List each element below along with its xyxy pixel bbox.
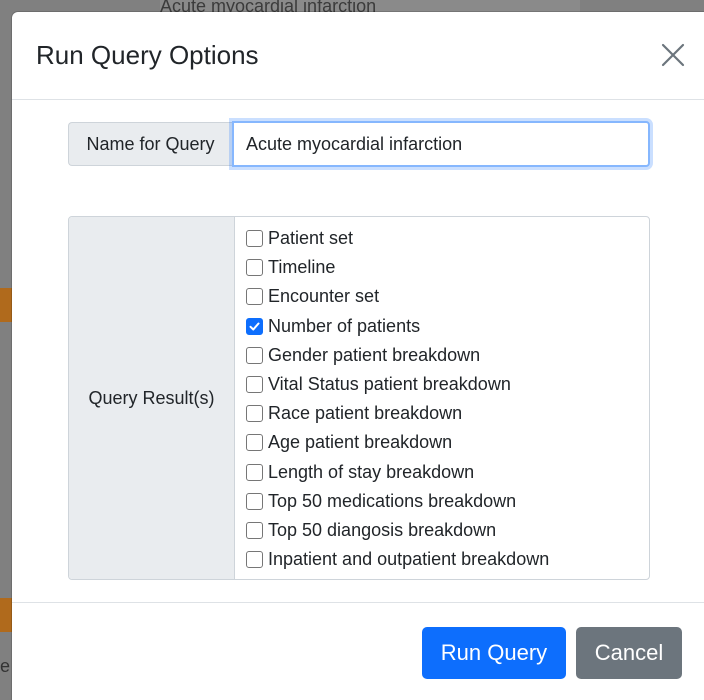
checkbox[interactable] bbox=[246, 463, 263, 481]
query-result-option[interactable]: Timeline bbox=[246, 253, 649, 282]
query-results-group: Query Result(s) Patient set Timeline Encou… bbox=[68, 216, 650, 580]
query-result-option[interactable]: Vital Status patient breakdown bbox=[246, 370, 649, 399]
checkbox[interactable] bbox=[246, 434, 263, 452]
query-result-option[interactable]: Length of stay breakdown bbox=[246, 458, 649, 487]
background-query-name: Acute myocardial infarction bbox=[160, 0, 580, 12]
query-result-option-label: Vital Status patient breakdown bbox=[268, 374, 511, 395]
query-result-option-label: Patient set bbox=[268, 228, 354, 249]
checkbox[interactable] bbox=[246, 346, 263, 364]
query-result-option-label: Top 50 diangosis breakdown bbox=[268, 519, 497, 540]
query-result-option[interactable]: Top 50 diangosis breakdown bbox=[246, 516, 649, 545]
checkbox[interactable] bbox=[246, 521, 263, 539]
query-results-label: Query Result(s) bbox=[69, 217, 235, 579]
checkbox-checked[interactable] bbox=[246, 317, 263, 335]
query-result-option-label: Encounter set bbox=[268, 286, 380, 307]
checkbox[interactable] bbox=[246, 492, 263, 510]
checkbox[interactable] bbox=[246, 288, 263, 306]
query-name-group: Name for Query bbox=[68, 121, 650, 167]
query-result-option-label: Gender patient breakdown bbox=[268, 344, 481, 365]
query-result-option[interactable]: Age patient breakdown bbox=[246, 428, 649, 457]
close-icon bbox=[661, 43, 685, 67]
query-result-option-label: Top 50 medications breakdown bbox=[268, 490, 517, 511]
dialog-footer: Run Query Cancel bbox=[12, 602, 704, 700]
query-result-option[interactable]: Inpatient and outpatient breakdown bbox=[246, 545, 649, 574]
close-button[interactable] bbox=[656, 38, 690, 72]
cancel-button[interactable]: Cancel bbox=[576, 627, 682, 679]
checkbox[interactable] bbox=[246, 259, 263, 277]
query-result-option[interactable]: Number of patients bbox=[246, 312, 649, 341]
query-result-option[interactable]: Gender patient breakdown bbox=[246, 341, 649, 370]
background-accent bbox=[0, 598, 12, 632]
checkbox[interactable] bbox=[246, 230, 263, 248]
background-edge-text: e bbox=[0, 656, 11, 676]
dialog-body: Name for Query Query Result(s) Patient s… bbox=[12, 101, 704, 601]
run-query-options-dialog: Run Query Options Name for Query Query R… bbox=[12, 12, 704, 700]
checkmark-icon bbox=[249, 322, 260, 331]
query-result-option-label: Age patient breakdown bbox=[268, 432, 453, 453]
background-accent bbox=[0, 288, 12, 322]
query-result-option-label: Race patient breakdown bbox=[268, 403, 463, 424]
query-results-list: Patient set Timeline Encounter set Number o… bbox=[235, 217, 649, 579]
query-result-option[interactable]: Encounter set bbox=[246, 282, 649, 311]
checkbox[interactable] bbox=[246, 551, 263, 569]
checkbox[interactable] bbox=[246, 376, 263, 394]
query-name-input[interactable] bbox=[232, 121, 650, 167]
checkbox[interactable] bbox=[246, 405, 263, 423]
dialog-title: Run Query Options bbox=[36, 40, 259, 70]
query-result-option-label: Inpatient and outpatient breakdown bbox=[268, 549, 550, 570]
query-name-label: Name for Query bbox=[68, 122, 232, 166]
run-query-button[interactable]: Run Query bbox=[422, 627, 566, 679]
query-result-option[interactable]: Patient set bbox=[246, 224, 649, 253]
query-result-option[interactable]: Top 50 medications breakdown bbox=[246, 487, 649, 516]
query-result-option[interactable]: Race patient breakdown bbox=[246, 399, 649, 428]
query-result-option-label: Number of patients bbox=[268, 315, 421, 336]
dialog-header: Run Query Options bbox=[12, 12, 704, 100]
query-result-option-label: Length of stay breakdown bbox=[268, 461, 475, 482]
query-result-option-label: Timeline bbox=[268, 257, 336, 278]
